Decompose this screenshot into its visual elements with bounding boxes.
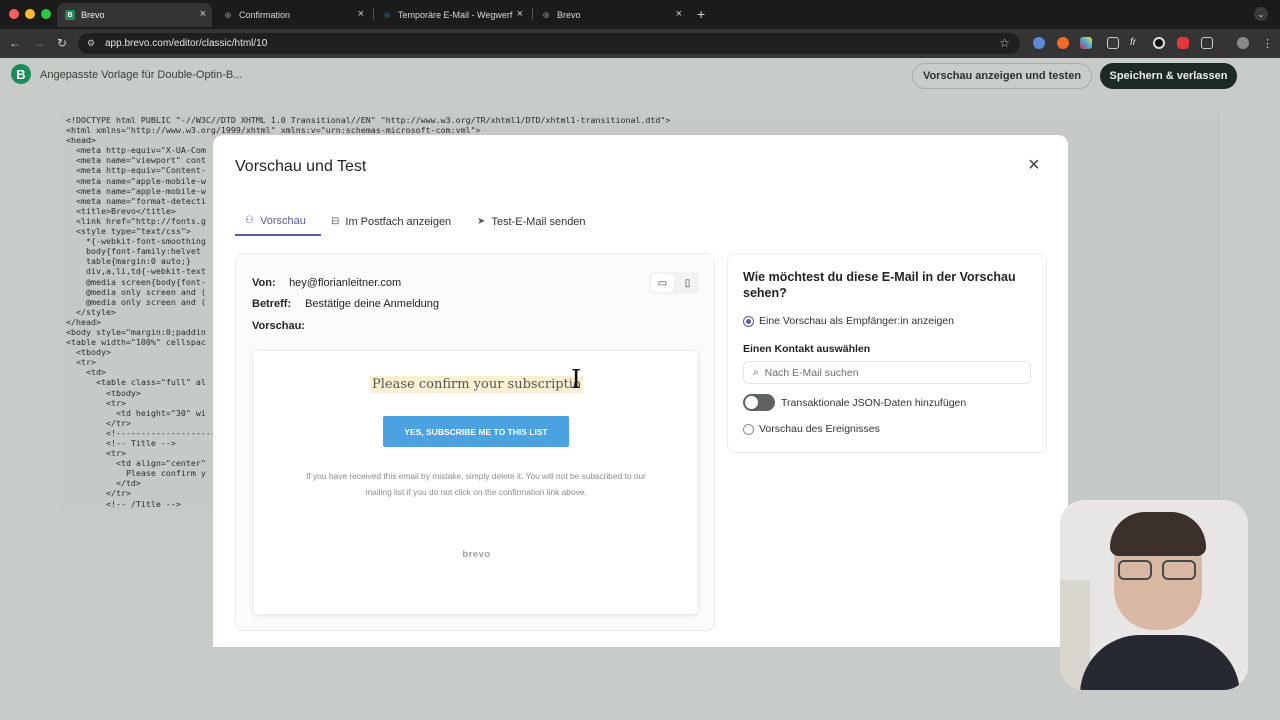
tab-label: Confirmation	[239, 10, 291, 20]
preview-row: Vorschau:	[252, 320, 305, 332]
user-icon: ⚇	[245, 215, 254, 226]
search-icon: ⌕	[753, 367, 759, 378]
radio-recipient-label[interactable]: Eine Vorschau als Empfänger:in anzeigen	[759, 315, 954, 327]
address-bar[interactable]: ⚙ app.brevo.com/editor/classic/html/10 ☆	[78, 33, 1020, 54]
maximize-window-button[interactable]	[41, 9, 51, 19]
device-toggle: ▭ ▯	[649, 272, 699, 294]
forward-arrow-icon[interactable]: →	[33, 36, 45, 50]
browser-tab-brevo[interactable]: B Brevo ×	[57, 3, 212, 27]
from-value: hey@florianleitner.com	[289, 277, 402, 289]
tab-label: Brevo	[557, 10, 581, 20]
mobile-icon[interactable]: ▯	[676, 272, 699, 294]
reload-icon[interactable]: ↻	[57, 36, 67, 50]
grid-extension-icon[interactable]	[1107, 37, 1119, 49]
template-title: Angepasste Vorlage für Double-Optin-B...	[40, 69, 243, 81]
globe-favicon-icon: ◎	[542, 12, 550, 19]
new-tab-button[interactable]: +	[697, 6, 705, 22]
close-window-button[interactable]	[9, 9, 19, 19]
subject-value: Bestätige deine Anmeldung	[305, 298, 439, 310]
contact-search-input[interactable]	[764, 366, 1015, 379]
extensions-puzzle-icon[interactable]	[1201, 37, 1213, 49]
extension-icon[interactable]	[1177, 37, 1189, 49]
back-arrow-icon[interactable]: ←	[9, 36, 21, 50]
presenter-shirt	[1080, 635, 1240, 690]
tab-vorschau[interactable]: ⚇ Vorschau	[235, 207, 321, 236]
email-preview-card: Von: hey@florianleitner.com Betreff: Bes…	[235, 253, 715, 631]
save-and-exit-button[interactable]: Speichern & verlassen	[1100, 63, 1237, 89]
close-tab-icon[interactable]: ×	[200, 8, 206, 20]
extension-icon[interactable]	[1033, 37, 1045, 49]
send-icon: ➤	[477, 216, 486, 227]
brevo-footer-logo: brevo	[462, 549, 491, 560]
site-settings-icon[interactable]: ⚙	[87, 38, 99, 50]
browser-tab-confirmation[interactable]: ◎ Confirmation ×	[215, 3, 370, 27]
app-header: B Angepasste Vorlage für Double-Optin-B.…	[0, 58, 1280, 94]
bookmark-star-icon[interactable]: ☆	[999, 36, 1010, 50]
subject-row: Betreff: Bestätige deine Anmeldung	[252, 298, 439, 310]
inbox-icon: ⊟	[331, 216, 340, 227]
email-note: If you have received this email by mista…	[306, 471, 646, 497]
minimize-window-button[interactable]	[25, 9, 35, 19]
radio-recipient[interactable]	[743, 316, 754, 327]
modal-title: Vorschau und Test	[235, 158, 367, 175]
browser-nav-bar: ← → ↻ ⚙ app.brevo.com/editor/classic/htm…	[0, 29, 1280, 58]
tab-label: Im Postfach anzeigen	[345, 215, 452, 228]
from-label: Von:	[252, 277, 276, 289]
extension-icon[interactable]	[1080, 37, 1092, 49]
chevron-down-icon[interactable]: ⌄	[1254, 7, 1268, 21]
preview-options-card: Wie möchtest du diese E-Mail in der Vors…	[727, 253, 1047, 453]
tab-label: Temporäre E-Mail - Wegwerf	[398, 10, 513, 20]
subject-label: Betreff:	[252, 298, 292, 310]
desktop-icon[interactable]: ▭	[651, 274, 674, 292]
tab-im-postfach[interactable]: ⊟ Im Postfach anzeigen	[331, 207, 451, 236]
preview-test-modal: Vorschau und Test × ⚇ Vorschau ⊟ Im Post…	[213, 135, 1068, 647]
close-tab-icon[interactable]: ×	[676, 8, 682, 20]
brevo-logo[interactable]: B	[11, 64, 31, 84]
font-extension-icon[interactable]: fr	[1130, 37, 1142, 49]
browser-tab-bar: B Brevo × ◎ Confirmation × ◎ Temporäre E…	[0, 0, 1280, 29]
contact-label: Einen Kontakt auswählen	[743, 343, 871, 355]
from-row: Von: hey@florianleitner.com	[252, 277, 401, 289]
extension-icon[interactable]	[1057, 37, 1069, 49]
text-cursor-icon: I	[571, 365, 582, 395]
presenter-hair	[1110, 512, 1206, 556]
tab-label: Brevo	[81, 10, 105, 20]
email-render: Please confirm your subscriptio I YES, S…	[252, 350, 699, 615]
brevo-favicon-icon: B	[65, 10, 75, 20]
subscribe-button[interactable]: YES, SUBSCRIBE ME TO THIS LIST	[383, 416, 569, 447]
presenter-glasses	[1116, 560, 1200, 582]
temp-mail-favicon-icon: ◎	[383, 12, 391, 19]
browser-tab-brevo-2[interactable]: ◎ Brevo ×	[533, 3, 688, 27]
tab-label: Vorschau	[259, 214, 306, 227]
json-data-toggle[interactable]	[743, 394, 775, 411]
browser-tab-temp-mail[interactable]: ◎ Temporäre E-Mail - Wegwerf ×	[374, 3, 529, 27]
close-modal-icon[interactable]: ×	[1028, 155, 1040, 175]
radio-event[interactable]	[743, 424, 754, 435]
more-menu-icon[interactable]: ⋮	[1262, 37, 1274, 50]
tab-test-email[interactable]: ➤ Test-E-Mail senden	[477, 207, 586, 236]
preview-label: Vorschau:	[252, 320, 305, 332]
radio-event-label[interactable]: Vorschau des Ereignisses	[759, 423, 880, 435]
modal-tabs: ⚇ Vorschau ⊟ Im Postfach anzeigen ➤ Test…	[235, 207, 1045, 237]
close-tab-icon[interactable]: ×	[358, 8, 364, 20]
preview-and-test-button[interactable]: Vorschau anzeigen und testen	[912, 63, 1092, 89]
options-question: Wie möchtest du diese E-Mail in der Vors…	[743, 270, 1016, 300]
contact-search-field[interactable]: ⌕	[743, 361, 1031, 384]
webcam-overlay	[1060, 500, 1248, 690]
email-title[interactable]: Please confirm your subscriptio	[370, 376, 583, 393]
globe-favicon-icon: ◎	[224, 12, 232, 19]
tab-label: Test-E-Mail senden	[491, 215, 586, 228]
profile-avatar[interactable]	[1237, 37, 1249, 49]
url-text[interactable]: app.brevo.com/editor/classic/html/10	[105, 38, 267, 49]
close-tab-icon[interactable]: ×	[517, 8, 523, 20]
json-data-toggle-label: Transaktionale JSON-Daten hinzufügen	[781, 397, 967, 409]
extension-icon[interactable]	[1153, 37, 1165, 49]
